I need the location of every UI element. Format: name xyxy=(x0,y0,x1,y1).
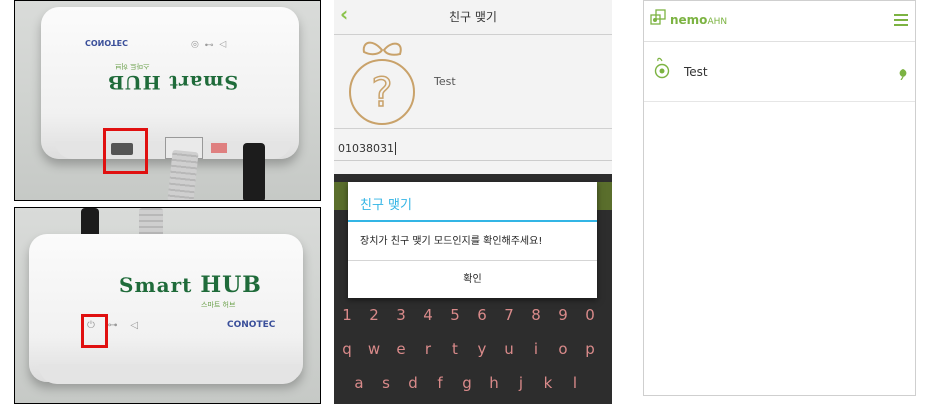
photo-smart-hub-bottom: Smart HUB 스마트 허브 ⏻ ⊶ ◁ CONOTEC xyxy=(14,207,321,404)
phone-number-input[interactable]: 01038031 xyxy=(338,142,396,155)
key-3[interactable]: 3 xyxy=(390,306,412,324)
dialog-ok-button[interactable]: 확인 xyxy=(348,261,597,298)
hub-brand-mirrored: Smart HUB xyxy=(107,71,239,93)
key-2[interactable]: 2 xyxy=(363,306,385,324)
input-underline xyxy=(334,160,612,161)
key-9[interactable]: 9 xyxy=(552,306,574,324)
hub-brand-hub: HUB xyxy=(200,272,262,298)
nemo-logo-icon xyxy=(650,9,668,27)
key-p[interactable]: p xyxy=(579,340,601,358)
hub-brand: Smart HUB xyxy=(119,272,262,298)
key-g[interactable]: g xyxy=(456,374,478,392)
app-header: nemoAHN xyxy=(644,1,915,42)
key-a[interactable]: a xyxy=(348,374,370,392)
key-y[interactable]: y xyxy=(471,340,493,358)
hub-logo-mirrored: CONOTEC xyxy=(85,38,128,47)
svg-text:?: ? xyxy=(371,70,392,116)
keyboard: 1 2 3 4 5 6 7 8 9 0 q w e r t y u i o p … xyxy=(334,300,612,404)
lan-cable xyxy=(167,149,199,200)
key-q[interactable]: q xyxy=(336,340,358,358)
port-switch xyxy=(211,143,227,153)
key-w[interactable]: w xyxy=(363,340,385,358)
highlight-button-box xyxy=(103,128,148,174)
list-item[interactable]: Test xyxy=(644,41,915,102)
hamburger-icon[interactable] xyxy=(894,11,908,29)
key-6[interactable]: 6 xyxy=(471,306,493,324)
key-8[interactable]: 8 xyxy=(525,306,547,324)
key-7[interactable]: 7 xyxy=(498,306,520,324)
key-u[interactable]: u xyxy=(498,340,520,358)
power-cable xyxy=(243,143,265,200)
key-j[interactable]: j xyxy=(510,374,532,392)
app-main-screen: nemoAHN Test xyxy=(643,0,916,396)
confirm-dialog: 친구 맺기 장치가 친구 맺기 모드인지를 확인해주세요! 확인 xyxy=(348,182,597,298)
key-5[interactable]: 5 xyxy=(444,306,466,324)
divider xyxy=(334,128,612,129)
logo-nemo: nemo xyxy=(670,13,708,27)
key-h[interactable]: h xyxy=(483,374,505,392)
phone-header: ‹ 친구 맺기 xyxy=(334,0,612,35)
dialog-title: 친구 맺기 xyxy=(360,198,412,213)
contact-name: Test xyxy=(434,75,456,88)
list-item-label: Test xyxy=(684,65,708,79)
hub-device-bottom xyxy=(29,234,303,382)
phone-number-value: 01038031 xyxy=(338,142,394,155)
dialog-title-underline xyxy=(348,220,597,222)
key-e[interactable]: e xyxy=(390,340,412,358)
key-l[interactable]: l xyxy=(564,374,586,392)
key-k[interactable]: k xyxy=(537,374,559,392)
key-d[interactable]: d xyxy=(402,374,424,392)
phone-friend-screen: ‹ 친구 맺기 ? Test 01038031 1 2 3 4 5 6 7 8 … xyxy=(334,0,612,404)
app-logo-text: nemoAHN xyxy=(670,13,727,27)
phone-title: 친구 맺기 xyxy=(449,10,497,24)
hub-device-bottom-edge xyxy=(39,364,301,384)
photo-smart-hub-top: CONOTEC ▷ ⊶ ◎ Smart HUB 스마트 허브 xyxy=(14,0,321,201)
key-t[interactable]: t xyxy=(444,340,466,358)
key-r[interactable]: r xyxy=(417,340,439,358)
key-0[interactable]: 0 xyxy=(579,306,601,324)
key-i[interactable]: i xyxy=(525,340,547,358)
avatar-pear-icon: ? xyxy=(342,36,422,126)
hub-sub-mirrored: 스마트 허브 xyxy=(115,62,150,70)
highlight-power-led-box xyxy=(81,314,108,348)
key-1[interactable]: 1 xyxy=(336,306,358,324)
logo-ahn: AHN xyxy=(707,17,728,27)
pear-icon xyxy=(654,57,670,79)
dialog-message: 장치가 친구 맺기 모드인지를 확인해주세요! xyxy=(360,236,543,247)
hub-logo: CONOTEC xyxy=(227,320,276,330)
hub-sub: 스마트 허브 xyxy=(201,301,236,309)
key-f[interactable]: f xyxy=(429,374,451,392)
key-4[interactable]: 4 xyxy=(417,306,439,324)
leaf-icon xyxy=(898,65,908,81)
key-o[interactable]: o xyxy=(552,340,574,358)
key-s[interactable]: s xyxy=(375,374,397,392)
led-icons-top: ▷ ⊶ ◎ xyxy=(191,39,227,49)
hub-brand-smart: Smart xyxy=(119,273,193,297)
